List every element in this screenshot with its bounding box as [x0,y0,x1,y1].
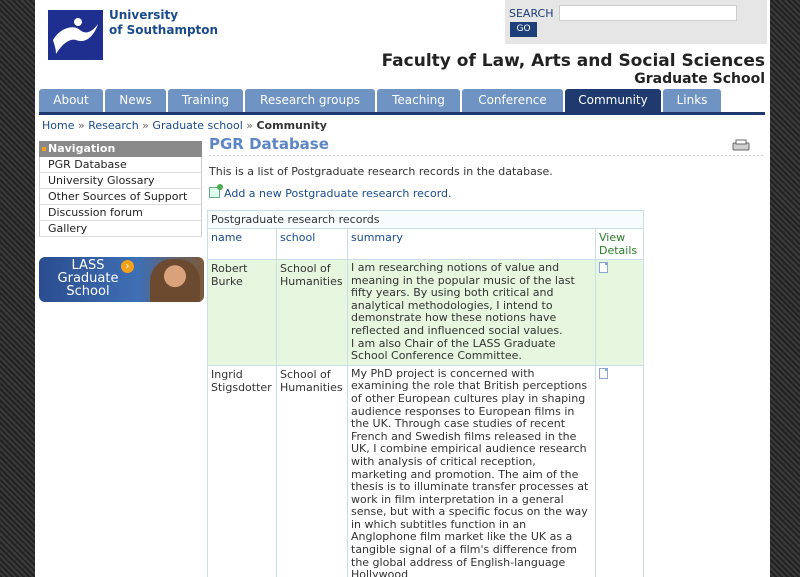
university-name[interactable]: University of Southampton [109,8,218,38]
records-table: Postgraduate research records name schoo… [207,210,644,577]
nav-item-gallery[interactable]: Gallery [39,221,202,237]
page-title: PGR Database [209,135,329,153]
summary-text-extra: I am also Chair of the LASS Graduate Sch… [351,336,556,363]
search-box: SEARCH GO [505,0,767,44]
table-header-row: name school summary View Details [207,228,644,260]
add-document-icon [209,184,223,198]
cell-name: Ingrid Stigsdotter [207,364,277,577]
summary-text: My PhD project is concerned with examini… [351,366,589,577]
breadcrumb-home[interactable]: Home [42,119,74,132]
arrow-right-icon: › [121,260,134,273]
view-details-icon[interactable] [599,262,608,273]
table-row: Robert Burke School of Humanities I am r… [207,259,644,366]
graduate-school-title: Graduate School [634,71,765,87]
student-photo [150,259,200,302]
breadcrumb-current: Community [256,119,327,132]
cell-summary: My PhD project is concerned with examini… [347,364,596,577]
faculty-title: Faculty of Law, Arts and Social Sciences [381,51,765,71]
column-header-name[interactable]: name [207,228,277,260]
banner-text: LASS Graduate School [43,259,133,298]
search-input[interactable] [559,5,737,21]
table-row: Ingrid Stigsdotter School of Humanities … [207,364,644,577]
tab-teaching[interactable]: Teaching [377,89,460,112]
cell-view [595,259,644,366]
search-label: SEARCH [509,7,554,20]
tab-training[interactable]: Training [168,89,243,112]
column-header-view-details: View Details [595,228,644,260]
intro-text: This is a list of Postgraduate research … [209,165,553,178]
university-name-line1: University [109,8,179,22]
add-record-link[interactable]: Add a new Postgraduate research record. [209,184,452,200]
search-go-button[interactable]: GO [510,22,537,37]
column-header-school[interactable]: school [276,228,348,260]
cell-summary: I am researching notions of value and me… [347,259,596,366]
nav-item-university-glossary[interactable]: University Glossary [39,173,202,189]
banner-line3: School [66,284,110,299]
breadcrumb-research[interactable]: Research [88,119,138,132]
lass-graduate-school-banner[interactable]: LASS Graduate School › [39,257,204,302]
tab-links[interactable]: Links [663,89,721,112]
table-caption: Postgraduate research records [207,210,644,228]
nav-item-discussion-forum[interactable]: Discussion forum [39,205,202,221]
breadcrumb: Home » Research » Graduate school » Comm… [42,119,327,132]
column-header-summary[interactable]: summary [347,228,596,260]
print-icon[interactable] [732,139,750,151]
side-navigation: Navigation PGR Database University Gloss… [39,141,202,237]
tab-conference[interactable]: Conference [462,89,563,112]
tab-bar-divider [39,112,765,115]
university-name-line2: of Southampton [109,23,219,37]
tab-news[interactable]: News [105,89,166,112]
summary-text: I am researching notions of value and me… [351,261,575,337]
breadcrumb-separator: » [242,119,257,132]
university-logo[interactable] [48,10,103,60]
cell-name: Robert Burke [207,259,277,366]
cell-school: School of Humanities [276,259,348,366]
page: University of Southampton SEARCH GO Facu… [35,0,770,577]
navigation-heading: Navigation [39,141,202,157]
tab-community[interactable]: Community [565,89,661,112]
tab-research-groups[interactable]: Research groups [245,89,375,112]
main-tabs: About News Training Research groups Teac… [39,89,723,112]
cell-view [595,364,644,577]
breadcrumb-separator: » [74,119,89,132]
breadcrumb-separator: » [138,119,153,132]
add-record-label: Add a new Postgraduate research record. [224,187,452,200]
tab-about[interactable]: About [39,89,103,112]
nav-item-other-sources-of-support[interactable]: Other Sources of Support [39,189,202,205]
view-details-icon[interactable] [599,367,608,379]
breadcrumb-graduate-school[interactable]: Graduate school [152,119,242,132]
cell-school: School of Humanities [276,364,348,577]
nav-item-pgr-database[interactable]: PGR Database [39,157,202,173]
title-divider [209,155,765,156]
